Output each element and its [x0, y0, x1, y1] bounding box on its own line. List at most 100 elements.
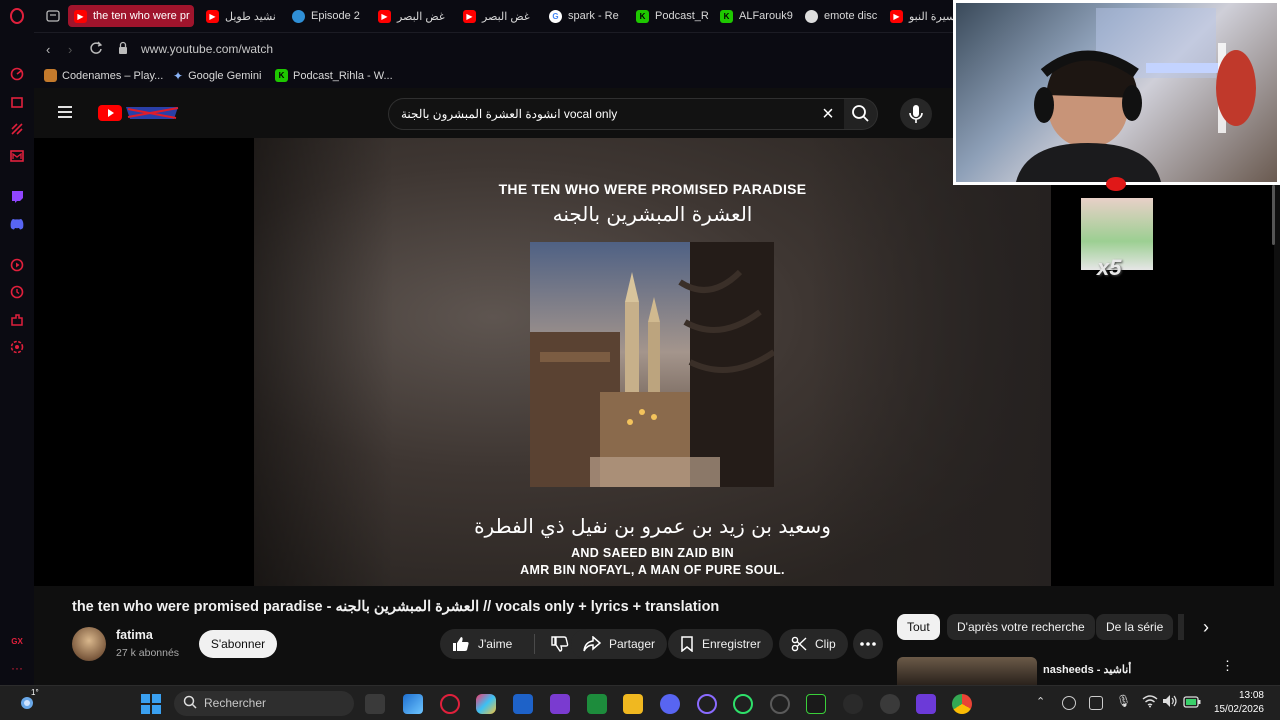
- share-label: Partager: [609, 637, 656, 651]
- weather-icon[interactable]: [16, 694, 38, 717]
- tab-title: spark - Re: [568, 10, 619, 22]
- lock-icon[interactable]: [117, 41, 129, 60]
- save-button[interactable]: Enregistrer: [668, 629, 773, 659]
- clock-time: 13:08: [1238, 690, 1264, 701]
- copilot-icon[interactable]: [476, 694, 496, 714]
- tab[interactable]: ▶ السيرة النبو: [888, 5, 954, 27]
- opera-icon[interactable]: [697, 694, 717, 714]
- app-purple-icon[interactable]: [550, 694, 570, 714]
- youtube-icon: ▶: [74, 9, 87, 23]
- tab[interactable]: G spark - Re: [547, 5, 627, 27]
- system-clock[interactable]: 13:08 15/02/2026: [1214, 689, 1264, 717]
- file-explorer-icon[interactable]: [623, 694, 643, 714]
- wifi-icon[interactable]: [1142, 694, 1158, 713]
- hamburger-menu-icon[interactable]: [57, 105, 73, 124]
- tab[interactable]: K Podcast_R: [634, 5, 714, 27]
- url-field[interactable]: www.youtube.com/watch: [141, 42, 273, 56]
- tab[interactable]: Episode 2: [290, 5, 370, 27]
- bookmark-codenames[interactable]: Codenames – Play...: [44, 69, 163, 82]
- related-title[interactable]: nasheeds - أناشيد: [1043, 663, 1131, 676]
- chip-all[interactable]: Tout: [897, 614, 940, 640]
- chevron-right-icon[interactable]: ›: [1203, 617, 1209, 638]
- reload-icon[interactable]: [89, 41, 103, 60]
- bookmark-label: Google Gemini: [188, 70, 262, 82]
- terminal-icon[interactable]: [806, 694, 826, 714]
- youtube-header: انشودة العشرة المبشرون بالجنة vocal only…: [34, 88, 954, 138]
- tab[interactable]: emote disc: [803, 5, 883, 27]
- gemini-icon: ✦: [173, 69, 184, 83]
- tab-title: غض البصر: [397, 10, 445, 23]
- obs-icon[interactable]: [843, 694, 863, 714]
- hot-tabs-icon[interactable]: [9, 121, 25, 137]
- back-icon[interactable]: ‹: [46, 42, 50, 57]
- search-button[interactable]: [844, 98, 878, 130]
- google-icon: G: [549, 9, 562, 23]
- more-actions-button[interactable]: [853, 629, 883, 659]
- bookmark-gemini[interactable]: ✦ Google Gemini: [173, 69, 261, 83]
- volume-icon[interactable]: [1162, 694, 1178, 713]
- chip-search-related[interactable]: D'après votre recherche: [947, 614, 1095, 640]
- settings-gear-icon[interactable]: [9, 339, 25, 355]
- twitch-icon[interactable]: [9, 189, 25, 205]
- microphone-icon[interactable]: 🎙: [1116, 694, 1131, 708]
- taskbar-search-input[interactable]: Rechercher: [174, 691, 354, 716]
- related-thumbnail[interactable]: [897, 657, 1037, 685]
- tab-title: the ten who were pr: [93, 10, 190, 22]
- tab[interactable]: ▶ نشيد طويل: [204, 5, 282, 27]
- chip-series[interactable]: De la série: [1096, 614, 1174, 640]
- gx-badge[interactable]: GX: [9, 633, 25, 649]
- store-icon[interactable]: [513, 694, 533, 714]
- voice-search-button[interactable]: [900, 98, 932, 130]
- scissors-icon: [791, 636, 807, 652]
- share-button[interactable]: Partager: [571, 629, 668, 659]
- tab-menu-icon[interactable]: [46, 9, 60, 27]
- extensions-icon[interactable]: [9, 312, 25, 328]
- excel-icon[interactable]: [587, 694, 607, 714]
- clear-search-icon[interactable]: ×: [817, 103, 839, 125]
- tray-chevron-icon[interactable]: ⌃: [1036, 695, 1045, 708]
- forward-icon[interactable]: ›: [68, 42, 72, 57]
- clipchamp-icon[interactable]: [916, 694, 936, 714]
- bookmark-podcast[interactable]: K Podcast_Rihla - W...: [275, 69, 393, 82]
- discord-taskbar-icon[interactable]: [660, 694, 680, 714]
- scrollbar-thumb[interactable]: [1272, 185, 1275, 245]
- more-icon[interactable]: ···: [9, 660, 25, 676]
- subtitle-arabic: وسعيد بن زيد بن عمرو بن نفيل ذي الفطرة: [474, 514, 831, 538]
- channel-name[interactable]: fatima: [116, 628, 153, 642]
- tray-sync-icon[interactable]: [1089, 696, 1103, 710]
- youtube-logo[interactable]: [98, 103, 180, 128]
- multiplier-badge: x5: [1097, 255, 1122, 280]
- photos-icon[interactable]: [403, 694, 423, 714]
- opera-gx-icon[interactable]: [440, 694, 460, 714]
- subtitle-english-line2: AMR BIN NOFAYL, A MAN OF PURE SOUL.: [520, 563, 785, 577]
- tab[interactable]: K ALFarouk9: [718, 5, 798, 27]
- search-input[interactable]: انشودة العشرة المبشرون بالجنة vocal only…: [388, 98, 846, 130]
- tab[interactable]: ▶ غض البصر: [376, 5, 454, 27]
- gx-corner-icon[interactable]: [9, 94, 25, 110]
- tab[interactable]: ▶ غض البصر: [461, 5, 539, 27]
- channel-avatar[interactable]: [72, 627, 106, 661]
- opera-green-icon[interactable]: [733, 694, 753, 714]
- speed-dial-icon[interactable]: [9, 66, 25, 82]
- player-icon[interactable]: [9, 257, 25, 273]
- subscribe-button[interactable]: S'abonner: [199, 630, 277, 658]
- clock-date: 15/02/2026: [1213, 704, 1264, 715]
- opera-logo-icon[interactable]: [9, 8, 25, 24]
- tray-app-icon[interactable]: [1062, 696, 1076, 710]
- tab-title: غض البصر: [482, 10, 530, 23]
- tab-active[interactable]: ▶ the ten who were pr: [68, 5, 194, 27]
- history-icon[interactable]: [9, 284, 25, 300]
- opera-gray-icon[interactable]: [770, 694, 790, 714]
- thumbs-down-icon[interactable]: [551, 636, 569, 652]
- kebab-menu-icon[interactable]: ⋮: [1221, 659, 1234, 672]
- webcam-overlay: [953, 0, 1280, 185]
- clip-button[interactable]: Clip: [779, 629, 848, 659]
- gmail-icon[interactable]: [9, 148, 25, 164]
- search-query-text: انشودة العشرة المبشرون بالجنة vocal only: [401, 107, 618, 121]
- chrome-icon[interactable]: [952, 694, 972, 714]
- windows-start-icon[interactable]: [141, 694, 161, 719]
- task-view-icon[interactable]: [365, 694, 385, 714]
- discord-icon[interactable]: [9, 216, 25, 232]
- media-player-icon[interactable]: [880, 694, 900, 714]
- battery-icon[interactable]: [1183, 695, 1201, 713]
